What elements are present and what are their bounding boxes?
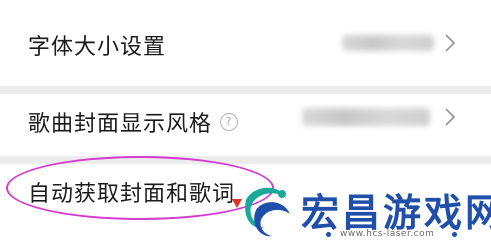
blurred-value xyxy=(302,108,430,126)
chevron-right-icon xyxy=(445,34,455,52)
blurred-value xyxy=(342,35,434,51)
settings-row-font-size[interactable]: 字体大小设置 xyxy=(0,0,491,86)
watermark-dot xyxy=(452,232,457,237)
settings-row-label: 字体大小设置 xyxy=(28,35,167,60)
highlight-ellipse xyxy=(6,156,274,220)
watermark-logo-icon xyxy=(245,187,290,237)
help-icon[interactable]: ? xyxy=(220,113,239,131)
watermark-url: www.hcs-laser.com xyxy=(340,229,435,239)
chevron-right-icon xyxy=(445,108,455,126)
watermark-dot xyxy=(326,232,331,237)
row-divider xyxy=(0,86,491,94)
settings-row-label: 歌曲封面显示风格? xyxy=(28,106,239,138)
settings-row-cover-style[interactable]: 歌曲封面显示风格? xyxy=(0,94,491,156)
